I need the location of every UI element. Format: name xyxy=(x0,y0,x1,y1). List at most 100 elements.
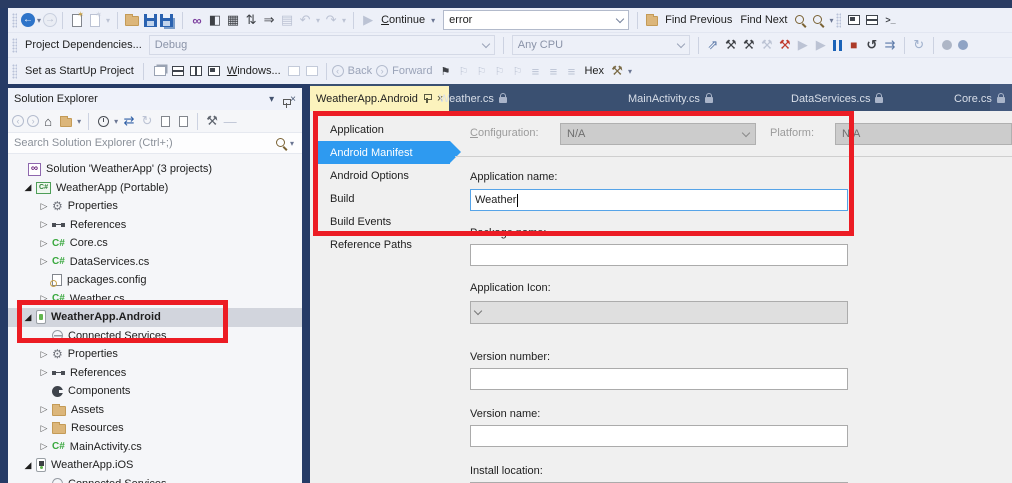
bookmark-icon[interactable]: ⚑ xyxy=(436,62,454,80)
refresh-icon[interactable]: ↻ xyxy=(138,112,156,130)
application-name-input[interactable]: Weather xyxy=(470,189,848,211)
build-icon[interactable]: ⚒ xyxy=(722,36,740,54)
redo-icon[interactable]: ↷ xyxy=(322,11,340,29)
solution-explorer-search[interactable]: Search Solution Explorer (Ctrl+;) ▾ xyxy=(8,133,302,154)
switch-views-dropdown-icon[interactable]: ▾ xyxy=(77,117,81,126)
expand-arrow-icon[interactable]: ▷ xyxy=(36,349,52,360)
expand-arrow-icon[interactable]: ◢ xyxy=(20,312,36,323)
solution-configuration-dropdown[interactable]: Debug xyxy=(148,35,495,55)
solution-platform-dropdown[interactable]: Any CPU xyxy=(511,35,690,55)
find-next-button[interactable]: Find Next xyxy=(740,14,787,26)
hex-button[interactable]: Hex xyxy=(584,65,604,77)
switch-views-icon[interactable] xyxy=(57,112,75,130)
pending-changes-filter-icon[interactable] xyxy=(94,112,112,130)
browse-icon[interactable] xyxy=(941,40,952,50)
tree-item[interactable]: ▷ References xyxy=(8,216,302,235)
properties-nav-android-manifest[interactable]: Android Manifest xyxy=(318,141,461,164)
tree-item[interactable]: Components xyxy=(8,382,302,401)
chevron-down-icon[interactable] xyxy=(615,14,625,23)
undo-dropdown-icon[interactable]: ▾ xyxy=(316,16,320,25)
back-icon[interactable]: ‹ xyxy=(331,65,344,77)
tab-weather-cs[interactable]: Weather.cs xyxy=(433,86,513,111)
find-in-files-icon[interactable] xyxy=(643,11,661,29)
properties-nav-build-events[interactable]: Build Events xyxy=(318,210,450,233)
new-window-icon[interactable] xyxy=(207,66,220,76)
tree-item[interactable]: ▷ ⚙ Properties xyxy=(8,197,302,216)
prev-bookmark-icon[interactable]: ⚐ xyxy=(454,62,472,80)
search-combobox[interactable]: error xyxy=(443,10,630,30)
device-icon[interactable] xyxy=(845,11,863,29)
pause-icon[interactable] xyxy=(832,39,842,51)
tab-core-cs[interactable]: Core.cs xyxy=(948,86,1011,111)
undo-icon[interactable]: ↶ xyxy=(296,11,314,29)
package-icon[interactable] xyxy=(863,11,881,29)
properties-nav-reference-paths[interactable]: Reference Paths xyxy=(318,233,450,256)
tab-group2-icon[interactable] xyxy=(305,66,318,76)
add-item-dropdown-icon[interactable]: ▾ xyxy=(106,16,110,25)
forward-icon[interactable]: › xyxy=(27,115,40,127)
collapse-all-icon[interactable] xyxy=(156,112,174,130)
chevron-down-icon[interactable] xyxy=(481,39,491,48)
toolbar-overflow-icon[interactable]: ▾ xyxy=(829,16,833,25)
save-icon[interactable] xyxy=(141,11,159,29)
web-browser-icon[interactable] xyxy=(957,40,968,50)
refresh-icon[interactable]: ↻ xyxy=(910,36,928,54)
tree-item[interactable]: ▷ ⚙ Properties xyxy=(8,345,302,364)
search-value[interactable]: error xyxy=(449,14,617,26)
version-number-input[interactable] xyxy=(470,368,848,390)
export-icon[interactable]: ⇒ xyxy=(260,11,278,29)
chevron-down-icon[interactable] xyxy=(676,39,686,48)
find-result1-icon[interactable] xyxy=(791,11,809,29)
nav-back-icon[interactable]: ← xyxy=(21,13,35,27)
toolbar-grip[interactable] xyxy=(12,12,17,28)
toolbar-grip[interactable] xyxy=(836,12,842,28)
expand-arrow-icon[interactable]: ▷ xyxy=(36,367,52,378)
configuration-dropdown[interactable]: N/A xyxy=(560,123,756,145)
continue-dropdown-icon[interactable]: ▾ xyxy=(431,16,435,25)
build-selection-icon[interactable]: ⚒ xyxy=(740,36,758,54)
expand-arrow-icon[interactable]: ▷ xyxy=(36,293,52,304)
new-project-icon[interactable] xyxy=(68,10,86,29)
vs-navigate-icon[interactable]: ∞ xyxy=(188,11,206,29)
application-icon-dropdown[interactable] xyxy=(470,301,848,324)
cascade-windows-icon[interactable] xyxy=(153,66,166,76)
tree-item[interactable]: ◢ WeatherApp.Android xyxy=(8,308,302,327)
clear-bookmarks-icon[interactable]: ⚐ xyxy=(508,62,526,80)
find-result2-icon[interactable] xyxy=(809,11,827,29)
build-disabled-icon[interactable]: ⚒ xyxy=(758,36,776,54)
split-vertical-icon[interactable] xyxy=(189,66,202,76)
forward-button[interactable]: Forward xyxy=(392,65,432,77)
platform-value[interactable]: Any CPU xyxy=(518,39,678,51)
home-icon[interactable]: ⌂ xyxy=(39,112,57,130)
show-all-files-icon[interactable] xyxy=(174,112,192,130)
configuration-value[interactable]: Debug xyxy=(155,39,483,51)
tree-item[interactable]: ∞ Solution 'WeatherApp' (3 projects) xyxy=(8,160,302,179)
project-dependencies-button[interactable]: Project Dependencies... xyxy=(25,39,142,51)
tree-item[interactable]: ▷ C# MainActivity.cs xyxy=(8,438,302,457)
toolbar-grip[interactable] xyxy=(12,63,17,79)
toolbox-icon[interactable]: ▦ xyxy=(224,11,242,29)
console-icon[interactable]: >_ xyxy=(881,11,899,29)
attach-icon[interactable]: ⇗ xyxy=(704,36,722,54)
pin-icon[interactable] xyxy=(423,94,432,103)
expand-arrow-icon[interactable]: ▷ xyxy=(36,404,52,415)
tree-item[interactable]: Connected Services xyxy=(8,327,302,346)
toolbar-grip[interactable] xyxy=(12,37,17,53)
properties-nav-application[interactable]: Application xyxy=(318,118,450,141)
expand-arrow-icon[interactable]: ▷ xyxy=(36,238,52,249)
nav-forward-icon[interactable]: → xyxy=(43,13,58,27)
version-name-input[interactable] xyxy=(470,425,848,447)
wrench-icon[interactable]: ⚒ xyxy=(608,62,626,80)
split-horizontal-icon[interactable] xyxy=(171,66,184,76)
nav-back-dropdown-icon[interactable]: ▾ xyxy=(37,16,41,25)
tree-item[interactable]: ▷ Resources xyxy=(8,419,302,438)
start-without-debug-icon[interactable]: ▶ xyxy=(794,36,812,54)
tree-item[interactable]: ▷ Assets xyxy=(8,401,302,420)
set-as-startup-button[interactable]: Set as StartUp Project xyxy=(25,65,134,77)
solution-explorer-titlebar[interactable]: Solution Explorer ▾ × xyxy=(8,88,302,110)
back-button[interactable]: Back xyxy=(348,65,372,77)
format-icon[interactable]: ≡ xyxy=(562,62,580,80)
redo-dropdown-icon[interactable]: ▾ xyxy=(342,16,346,25)
expand-arrow-icon[interactable]: ▷ xyxy=(36,256,52,267)
search-icon[interactable] xyxy=(275,137,288,150)
